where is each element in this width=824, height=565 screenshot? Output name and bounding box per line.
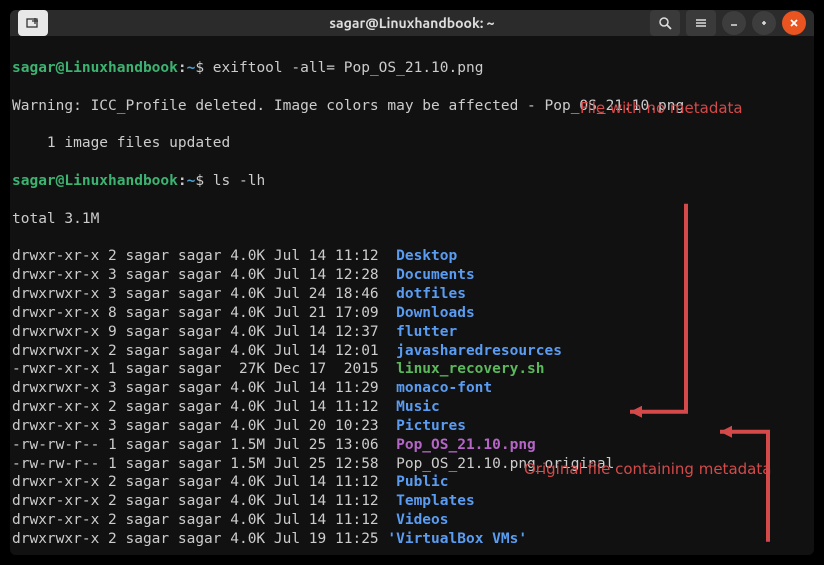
ls-filename: Downloads	[396, 305, 475, 321]
hamburger-icon	[694, 16, 708, 30]
maximize-button[interactable]	[752, 11, 776, 35]
prompt-sep: :	[178, 173, 187, 189]
ls-filename: Public	[396, 474, 448, 490]
search-button[interactable]	[650, 10, 680, 36]
ls-row: drwxr-xr-x 2 sagar sagar 4.0K Jul 14 11:…	[12, 398, 812, 417]
titlebar: sagar@Linuxhandbook: ~	[10, 10, 814, 36]
ls-perms: drwxr-xr-x 2 sagar sagar 4.0K Jul 14 11:…	[12, 474, 396, 490]
ls-filename: Desktop	[396, 248, 457, 264]
ls-perms: drwxrwxr-x 2 sagar sagar 4.0K Jul 14 12:…	[12, 343, 396, 359]
ls-row: -rw-rw-r-- 1 sagar sagar 1.5M Jul 25 13:…	[12, 436, 812, 455]
new-tab-button[interactable]	[18, 10, 48, 36]
ls-perms: drwxr-xr-x 2 sagar sagar 4.0K Jul 14 11:…	[12, 399, 396, 415]
ls-row: drwxrwxr-x 3 sagar sagar 4.0K Jul 14 11:…	[12, 379, 812, 398]
ls-filename: Pictures	[396, 418, 466, 434]
minimize-icon	[728, 17, 740, 29]
ls-filename: Pop_OS_21.10.png	[396, 437, 536, 453]
ls-filename: Music	[396, 399, 440, 415]
ls-perms: drwxr-xr-x 2 sagar sagar 4.0K Jul 14 11:…	[12, 512, 396, 528]
close-icon	[788, 17, 800, 29]
ls-filename: flutter	[396, 324, 457, 340]
prompt-symbol: $	[195, 60, 204, 76]
ls-perms: -rw-rw-r-- 1 sagar sagar 1.5M Jul 25 12:…	[12, 456, 396, 472]
ls-perms: drwxrwxr-x 3 sagar sagar 4.0K Jul 14 11:…	[12, 380, 396, 396]
ls-filename: Videos	[396, 512, 448, 528]
new-tab-icon	[26, 16, 40, 30]
ls-perms: drwxr-xr-x 2 sagar sagar 4.0K Jul 14 11:…	[12, 248, 396, 264]
annotation-original: Original file containing metadata	[524, 460, 771, 480]
ls-perms: drwxrwxr-x 3 sagar sagar 4.0K Jul 24 18:…	[12, 286, 396, 302]
minimize-button[interactable]	[722, 11, 746, 35]
prompt-symbol: $	[195, 173, 204, 189]
ls-perms: -rw-rw-r-- 1 sagar sagar 1.5M Jul 25 13:…	[12, 437, 396, 453]
prompt-user: sagar@Linuxhandbook	[12, 173, 178, 189]
ls-perms: drwxr-xr-x 3 sagar sagar 4.0K Jul 20 10:…	[12, 418, 396, 434]
terminal-window: sagar@Linuxhandbook: ~ sagar@Linuxhandbo…	[10, 10, 814, 555]
annotation-no-metadata: File with no metadata	[580, 99, 743, 119]
ls-row: drwxrwxr-x 2 sagar sagar 4.0K Jul 14 12:…	[12, 342, 812, 361]
ls-filename: 'VirtualBox VMs'	[387, 531, 527, 547]
ls-row: drwxr-xr-x 2 sagar sagar 4.0K Jul 14 11:…	[12, 492, 812, 511]
ls-perms: drwxr-xr-x 8 sagar sagar 4.0K Jul 21 17:…	[12, 305, 396, 321]
close-button[interactable]	[782, 11, 806, 35]
ls-filename: Templates	[396, 493, 475, 509]
output-updated: 1 image files updated	[12, 134, 812, 153]
menu-button[interactable]	[686, 10, 716, 36]
prompt-sep: :	[178, 60, 187, 76]
ls-row: drwxrwxr-x 2 sagar sagar 4.0K Jul 19 11:…	[12, 530, 812, 549]
ls-perms: drwxr-xr-x 2 sagar sagar 4.0K Jul 14 11:…	[12, 493, 396, 509]
ls-total: total 3.1M	[12, 210, 812, 229]
ls-row: drwxr-xr-x 2 sagar sagar 4.0K Jul 14 11:…	[12, 511, 812, 530]
ls-row: -rwxr-xr-x 1 sagar sagar 27K Dec 17 2015…	[12, 360, 812, 379]
command-2: ls -lh	[204, 173, 265, 189]
ls-perms: drwxrwxr-x 2 sagar sagar 4.0K Jul 19 11:…	[12, 531, 387, 547]
prompt-user: sagar@Linuxhandbook	[12, 60, 178, 76]
ls-row: drwxr-xr-x 3 sagar sagar 4.0K Jul 14 12:…	[12, 266, 812, 285]
ls-row: drwxr-xr-x 8 sagar sagar 4.0K Jul 21 17:…	[12, 304, 812, 323]
ls-row: drwxr-xr-x 3 sagar sagar 4.0K Jul 20 10:…	[12, 417, 812, 436]
ls-filename: monaco-font	[396, 380, 492, 396]
ls-row: drwxrwxr-x 9 sagar sagar 4.0K Jul 14 12:…	[12, 323, 812, 342]
ls-perms: drwxr-xr-x 3 sagar sagar 4.0K Jul 14 12:…	[12, 267, 396, 283]
ls-perms: -rwxr-xr-x 1 sagar sagar 27K Dec 17 2015	[12, 361, 396, 377]
ls-row: drwxrwxr-x 3 sagar sagar 4.0K Jul 24 18:…	[12, 285, 812, 304]
search-icon	[658, 16, 672, 30]
ls-filename: Documents	[396, 267, 475, 283]
command-1: exiftool -all= Pop_OS_21.10.png	[204, 60, 483, 76]
ls-filename: linux_recovery.sh	[396, 361, 544, 377]
ls-row: drwxr-xr-x 2 sagar sagar 4.0K Jul 14 11:…	[12, 247, 812, 266]
maximize-icon	[758, 17, 770, 29]
ls-perms: drwxrwxr-x 9 sagar sagar 4.0K Jul 14 12:…	[12, 324, 396, 340]
ls-filename: javasharedresources	[396, 343, 562, 359]
ls-listing: drwxr-xr-x 2 sagar sagar 4.0K Jul 14 11:…	[12, 247, 812, 549]
terminal-content[interactable]: sagar@Linuxhandbook:~$ exiftool -all= Po…	[10, 36, 814, 555]
ls-filename: dotfiles	[396, 286, 466, 302]
